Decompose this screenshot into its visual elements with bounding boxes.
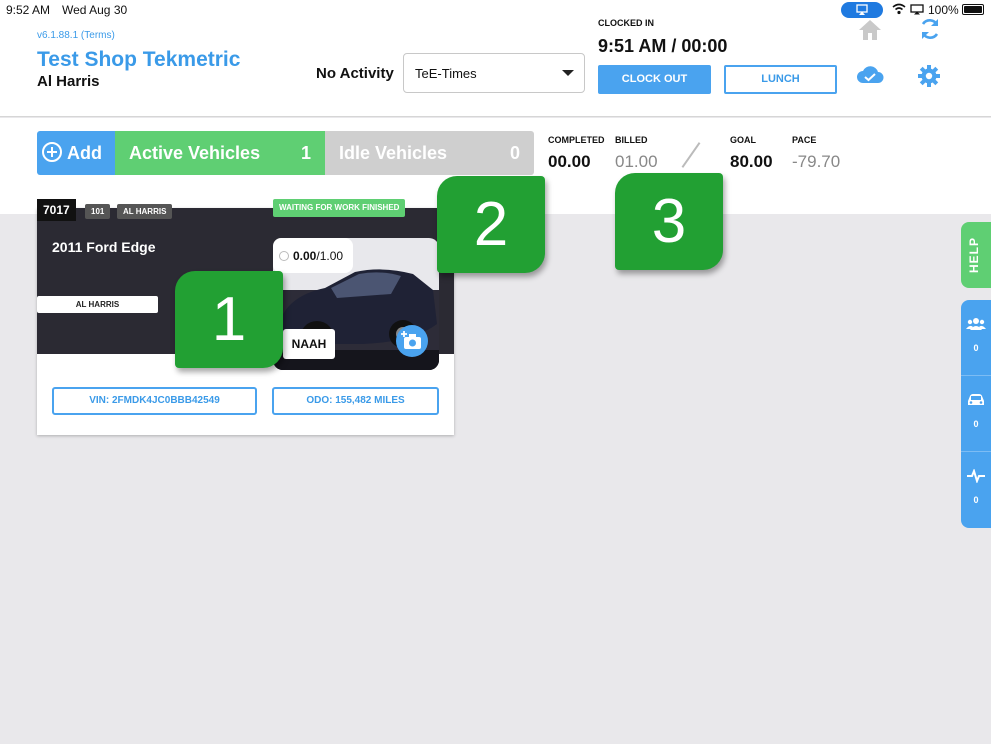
cloud-check-icon[interactable] <box>856 64 884 91</box>
plate-tag: NAAH <box>283 329 335 359</box>
camera-icon[interactable] <box>396 325 428 357</box>
user-name: Al Harris <box>37 73 100 90</box>
activity-select-value: TeE-Times <box>415 66 477 81</box>
completed-value: 00.00 <box>548 152 591 171</box>
clock-icon <box>279 251 289 261</box>
tab-idle-count: 0 <box>509 143 520 163</box>
callout-2: 2 <box>437 176 545 273</box>
billed-value: 01.00 <box>615 152 658 171</box>
gear-icon[interactable] <box>917 64 941 93</box>
customers-count: 0 <box>973 343 979 353</box>
add-label: Add <box>67 143 102 163</box>
side-tab-vehicles[interactable]: 0 <box>961 376 991 452</box>
hours-pill: 0.00/1.00 <box>273 238 353 273</box>
clocked-in-time: 9:51 AM / 00:00 <box>598 36 728 56</box>
pace-label: PACE <box>792 135 817 145</box>
completed-label: COMPLETED <box>548 135 605 145</box>
plus-circle-icon <box>42 142 62 162</box>
sync-icon[interactable] <box>918 16 942 47</box>
odometer-button[interactable]: ODO: 155,482 MILES <box>272 387 439 415</box>
hours-value: 0.00 <box>293 249 317 263</box>
repair-order-number: 7017 <box>37 199 76 221</box>
callout-3: 3 <box>615 173 723 270</box>
version-link[interactable]: v6.1.88.1 (Terms) <box>37 30 115 41</box>
tag-number: 101 <box>85 204 111 219</box>
tab-idle-label: Idle Vehicles <box>339 143 448 163</box>
vin-button[interactable]: VIN: 2FMDK4JC0BBB42549 <box>52 387 257 415</box>
clocked-in-label: CLOCKED IN <box>598 18 654 28</box>
vehicle-tabs: Add Active Vehicles 1 Idle Vehicles 0 <box>37 131 534 175</box>
battery-percent: 100% <box>928 3 959 17</box>
activity-count: 0 <box>973 495 979 505</box>
billed-label: BILLED <box>615 135 648 145</box>
callout-1: 1 <box>175 271 283 368</box>
wifi-icon <box>892 3 906 18</box>
activity-status-label: No Activity <box>316 65 394 82</box>
status-time: 9:52 AM <box>6 3 51 17</box>
technician-pill[interactable]: AL HARRIS <box>37 296 158 313</box>
status-badge[interactable]: WAITING FOR WORK FINISHED <box>273 199 406 217</box>
tab-active-vehicles[interactable]: Active Vehicles 1 <box>115 131 325 175</box>
status-date: Wed Aug 30 <box>62 3 128 17</box>
hours-total: /1.00 <box>316 249 344 263</box>
help-tab[interactable]: HELP <box>961 222 991 288</box>
goal-label: GOAL <box>730 135 756 145</box>
tab-active-count: 1 <box>300 143 311 163</box>
side-tab-activity[interactable]: 0 <box>961 452 991 528</box>
vehicle-name: 2011 Ford Edge <box>52 239 156 255</box>
vehicles-count: 0 <box>973 419 979 429</box>
chevron-down-icon <box>562 70 574 76</box>
clock-out-button[interactable]: CLOCK OUT <box>598 65 711 94</box>
battery-icon <box>962 4 984 15</box>
side-tab-customers[interactable]: 0 <box>961 300 991 376</box>
activity-select[interactable]: TeE-Times <box>403 53 585 93</box>
ios-status-bar: 9:52 AM Wed Aug 30 100% <box>0 0 991 20</box>
shop-name: Test Shop Tekmetric <box>37 48 241 71</box>
side-panel-tabs: 0 0 0 <box>961 300 991 528</box>
home-icon[interactable] <box>857 18 883 47</box>
tab-active-label: Active Vehicles <box>129 143 261 163</box>
app-header: v6.1.88.1 (Terms) Test Shop Tekmetric Al… <box>0 18 991 117</box>
help-label: HELP <box>967 236 982 274</box>
tag-technician: AL HARRIS <box>117 204 173 219</box>
pace-value: -79.70 <box>792 152 841 171</box>
tab-idle-vehicles[interactable]: Idle Vehicles 0 <box>325 131 534 175</box>
lunch-button[interactable]: LUNCH <box>724 65 837 94</box>
screen-mirroring-icon <box>841 2 883 18</box>
goal-value: 80.00 <box>730 152 773 171</box>
add-button[interactable]: Add <box>37 131 115 175</box>
